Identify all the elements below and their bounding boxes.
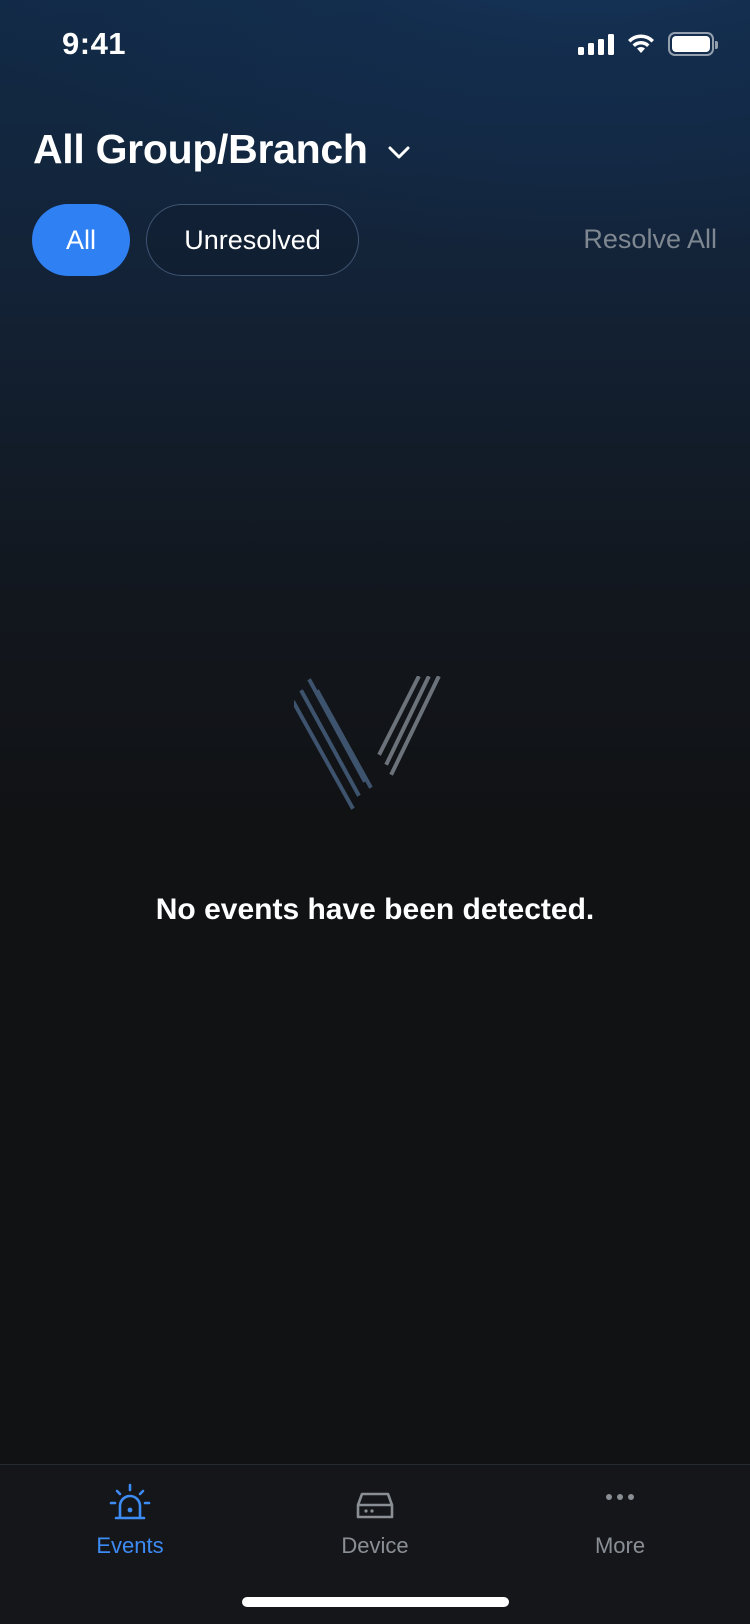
filter-tabs: All Unresolved [32,204,359,276]
chevron-down-icon [388,146,410,158]
filter-unresolved-button[interactable]: Unresolved [146,204,359,276]
empty-state-message: No events have been detected. [155,893,595,926]
filter-all-button[interactable]: All [32,204,130,276]
tab-events-label: Events [96,1533,164,1558]
tab-device-label: Device [341,1533,409,1558]
home-indicator[interactable] [242,1597,509,1607]
cellular-signal-icon [578,33,614,55]
tab-events[interactable]: Events [50,1483,210,1559]
status-icons [578,32,718,56]
status-bar: 9:41 [0,0,750,90]
page-title: All Group/Branch [33,126,368,172]
wifi-icon [628,34,654,53]
tab-device[interactable]: Device [295,1483,455,1559]
resolve-all-button[interactable]: Resolve All [583,224,717,255]
tab-more[interactable]: More [540,1483,700,1559]
group-branch-selector[interactable]: All Group/Branch [33,126,412,173]
device-icon [356,1492,394,1519]
battery-icon [668,32,718,56]
status-time: 9:41 [62,26,127,61]
siren-icon [109,1483,151,1520]
more-icon [606,1494,634,1500]
empty-state-logo-icon [294,676,441,810]
tab-more-label: More [594,1533,646,1558]
